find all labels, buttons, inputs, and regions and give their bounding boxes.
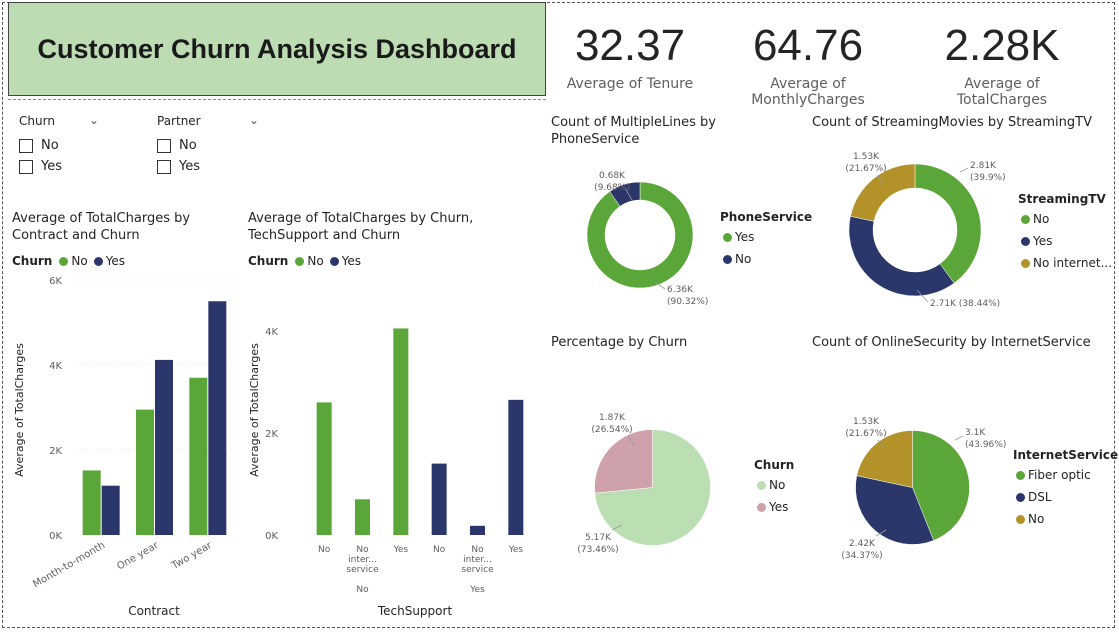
leader-line [877, 174, 883, 186]
data-label: 1.87K [599, 413, 626, 423]
data-label: (43.96%) [965, 440, 1006, 450]
data-label: 2.42K [849, 539, 876, 549]
leader-line [916, 289, 929, 303]
data-label: (26.54%) [591, 425, 632, 435]
data-label: (34.37%) [841, 551, 882, 561]
data-label: (90.32%) [667, 297, 708, 307]
data-label: 1.53K [853, 152, 880, 162]
leader-line [654, 281, 666, 290]
leader-line [611, 524, 623, 531]
leader-line [877, 439, 885, 449]
data-label: (21.67%) [845, 429, 886, 439]
data-labels-layer: 0.68K (9.68%) 6.36K (90.32%) 2.81K (39.9%) 2.7… [577, 152, 1006, 561]
data-label: 5.17K [585, 533, 612, 543]
leader-line [627, 435, 636, 447]
data-label: (39.9%) [970, 173, 1006, 183]
data-label: 0.68K [599, 171, 626, 181]
data-label: (9.68%) [594, 183, 630, 193]
leader-line [959, 167, 969, 173]
data-label: 6.36K [667, 285, 694, 295]
data-label: 2.81K [970, 161, 997, 171]
data-label: 2.71K (38.44%) [930, 299, 1000, 309]
data-label: (21.67%) [845, 164, 886, 174]
data-label: 3.1K [965, 428, 986, 438]
leader-line [954, 435, 964, 441]
leader-line [875, 529, 887, 537]
data-label: 1.53K [853, 417, 880, 427]
data-label: (73.46%) [577, 545, 618, 555]
